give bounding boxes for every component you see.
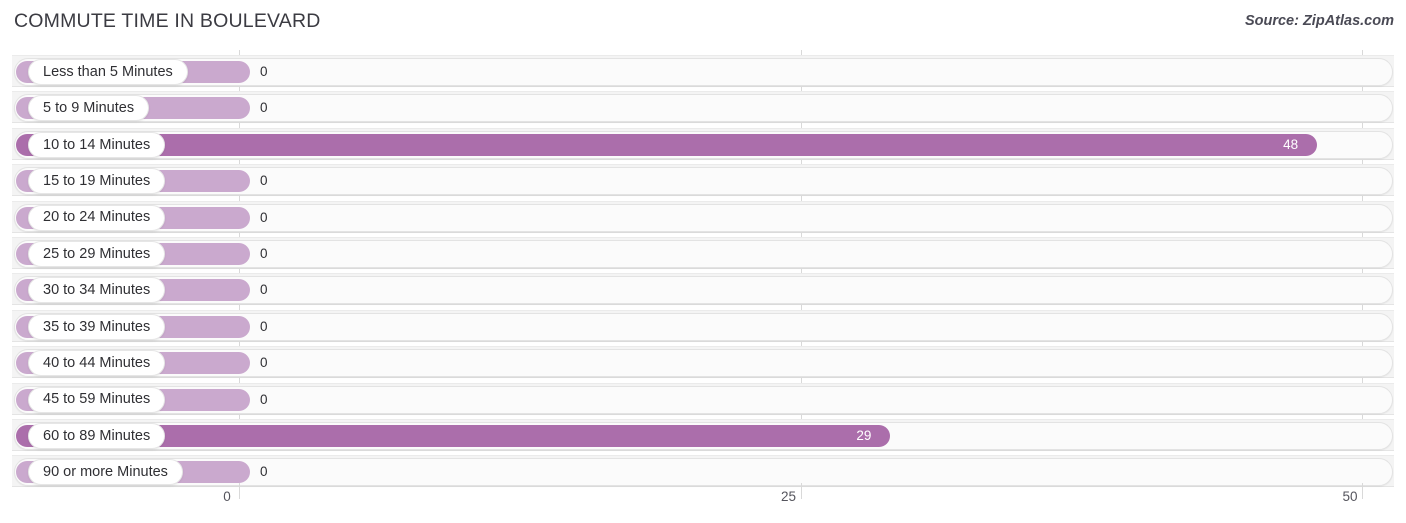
- category-label-pill: 35 to 39 Minutes: [28, 313, 166, 340]
- chart-row[interactable]: 35 to 39 Minutes 0: [12, 309, 1394, 342]
- category-label-pill: 60 to 89 Minutes: [28, 423, 166, 449]
- value-label: 0: [260, 318, 268, 334]
- category-label: 20 to 24 Minutes: [43, 209, 151, 226]
- category-label: 35 to 39 Minutes: [43, 318, 151, 335]
- value-label: 0: [260, 282, 268, 298]
- category-label: 45 to 59 Minutes: [43, 391, 151, 408]
- category-label: 10 to 14 Minutes: [43, 136, 151, 153]
- category-label: 30 to 34 Minutes: [43, 282, 151, 299]
- x-axis-tick-label: 0: [223, 489, 231, 504]
- chart-row[interactable]: 40 to 44 Minutes 0: [12, 346, 1394, 379]
- category-label-pill: 90 or more Minutes: [28, 459, 183, 486]
- x-axis-tick-label: 25: [780, 489, 797, 504]
- chart-row[interactable]: 60 to 89 Minutes 29: [12, 419, 1394, 451]
- category-label: 5 to 9 Minutes: [43, 100, 135, 117]
- chart-row[interactable]: 10 to 14 Minutes 48: [12, 127, 1394, 160]
- category-label-pill: 45 to 59 Minutes: [28, 386, 166, 413]
- category-label-pill: 40 to 44 Minutes: [28, 350, 166, 377]
- source-attribution: Source: ZipAtlas.com: [1244, 13, 1394, 29]
- value-label: 0: [260, 100, 268, 116]
- x-axis-tick-label: 50: [1342, 489, 1358, 504]
- value-bar[interactable]: [16, 133, 1318, 156]
- chart-row[interactable]: 15 to 19 Minutes 0: [12, 164, 1394, 197]
- chart-row[interactable]: 45 to 59 Minutes 0: [12, 382, 1394, 415]
- value-label: 0: [260, 355, 268, 371]
- category-label: 15 to 19 Minutes: [43, 172, 151, 189]
- value-label: 0: [260, 246, 268, 261]
- chart-row[interactable]: 25 to 29 Minutes 0: [12, 237, 1394, 269]
- category-label-pill: 5 to 9 Minutes: [28, 95, 150, 122]
- value-label: 0: [260, 464, 268, 480]
- value-label: 29: [856, 428, 872, 443]
- chart-row[interactable]: 20 to 24 Minutes 0: [12, 200, 1394, 233]
- chart-row[interactable]: 90 or more Minutes 0: [12, 455, 1394, 488]
- tick-mark-25: [800, 483, 802, 499]
- category-label-pill: 30 to 34 Minutes: [28, 277, 166, 304]
- category-label: 60 to 89 Minutes: [43, 427, 151, 444]
- value-label: 0: [260, 391, 268, 407]
- category-label: 90 or more Minutes: [43, 464, 168, 481]
- x-axis: 0 25 50: [0, 483, 1406, 523]
- value-label: 48: [1283, 136, 1299, 152]
- value-label: 0: [260, 64, 268, 79]
- chart-header: COMMUTE TIME IN BOULEVARD Source: ZipAtl…: [0, 0, 1406, 46]
- category-label-pill: 20 to 24 Minutes: [28, 204, 166, 231]
- chart-row[interactable]: 30 to 34 Minutes 0: [12, 273, 1394, 306]
- page-title: COMMUTE TIME IN BOULEVARD: [14, 10, 321, 32]
- chart-row[interactable]: 5 to 9 Minutes 0: [12, 91, 1394, 124]
- category-label-pill: 10 to 14 Minutes: [28, 131, 166, 158]
- category-label: 25 to 29 Minutes: [43, 245, 151, 262]
- chart-plot-area: Less than 5 Minutes 0 5 to 9 Minutes 0 10 to…: [0, 46, 1406, 488]
- category-label: Less than 5 Minutes: [43, 63, 173, 80]
- category-label-pill: 15 to 19 Minutes: [28, 168, 166, 195]
- value-label: 0: [260, 209, 268, 225]
- category-label-pill: 25 to 29 Minutes: [28, 241, 166, 267]
- category-label-pill: Less than 5 Minutes: [28, 59, 188, 85]
- value-label: 0: [260, 173, 268, 189]
- tick-mark-0: [239, 483, 240, 499]
- category-label: 40 to 44 Minutes: [43, 354, 151, 371]
- tick-mark-50: [1362, 483, 1363, 499]
- chart-row[interactable]: Less than 5 Minutes 0: [12, 55, 1394, 87]
